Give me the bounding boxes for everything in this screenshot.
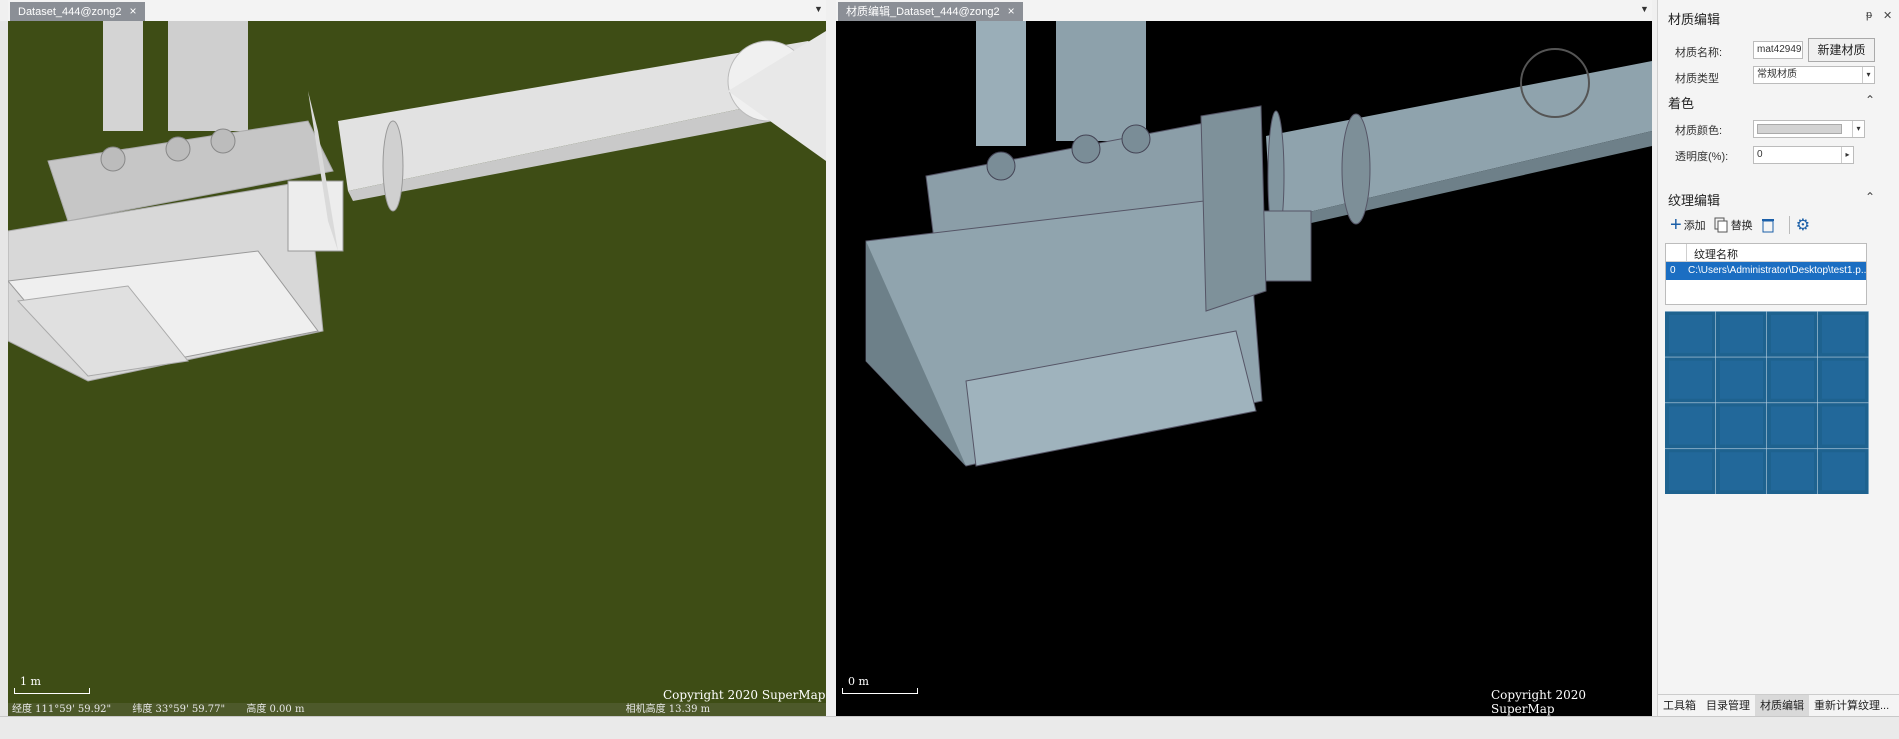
color-swatch <box>1757 124 1842 134</box>
panel-title: 材质编辑 <box>1668 12 1721 27</box>
plus-icon: + <box>1670 214 1682 236</box>
tab-dropdown-icon[interactable]: ▼ <box>1640 4 1649 14</box>
copyright-text: Copyright 2020 SuperMap <box>663 688 826 702</box>
scene-viewport-left[interactable]: 1 m Copyright 2020 SuperMap 经度 111°59' 5… <box>8 21 826 716</box>
collapse-icon[interactable]: ⌃ <box>1865 93 1875 107</box>
texture-table: 纹理名称 0 C:\Users\Administrator\Desktop\te… <box>1665 243 1867 305</box>
header-index-cell <box>1666 244 1687 261</box>
scale-label: 0 m <box>848 675 869 688</box>
scale-label: 1 m <box>20 675 41 688</box>
scene-viewport-right[interactable]: 0 m Copyright 2020 SuperMap <box>836 21 1652 716</box>
transparency-value: 0 <box>1757 149 1763 160</box>
texture-tile-grid <box>1665 311 1869 494</box>
chevron-down-icon: ▾ <box>1852 121 1864 137</box>
material-name-label: 材质名称: <box>1675 47 1723 59</box>
row-index: 0 <box>1670 265 1676 276</box>
tab-dropdown-icon[interactable]: ▼ <box>814 4 823 14</box>
scale-bar <box>842 688 918 694</box>
3d-model-render <box>8 21 826 382</box>
chevron-down-icon: ▾ <box>1862 67 1874 83</box>
close-icon[interactable]: × <box>130 4 137 18</box>
collapse-icon[interactable]: ⌃ <box>1865 190 1875 204</box>
longitude-readout: 经度 111°59' 59.92" <box>12 704 112 715</box>
material-name-field[interactable]: mat429495 <box>1753 41 1803 59</box>
right-document-pane: 材质编辑_Dataset_444@zong2 × ▼ 0 m Copyright… <box>836 0 1652 739</box>
panel-bottom-tabs: 工具箱 目录管理 材质编辑 重新计算纹理... <box>1658 694 1899 716</box>
texture-section-title: 纹理编辑 <box>1668 193 1721 208</box>
tab-label: Dataset_444@zong2 <box>18 6 122 18</box>
app-status-bar <box>0 716 1899 739</box>
close-icon[interactable]: × <box>1008 4 1015 18</box>
left-edge-strip <box>0 21 8 716</box>
material-color-picker[interactable]: ▾ <box>1753 120 1865 138</box>
table-header: 纹理名称 <box>1666 244 1866 262</box>
tab-material-edit[interactable]: 材质编辑_Dataset_444@zong2 × <box>838 2 1023 21</box>
color-section-title: 着色 <box>1668 96 1695 111</box>
add-texture-button[interactable]: + 添加 <box>1670 214 1706 236</box>
right-tabbar: 材质编辑_Dataset_444@zong2 × ▼ <box>836 0 1652 21</box>
texture-preview <box>1665 311 1869 494</box>
transparency-field[interactable]: 0 ▸ <box>1753 146 1854 164</box>
material-type-label: 材质类型 <box>1675 73 1719 85</box>
header-texture-name: 纹理名称 <box>1694 249 1738 261</box>
left-document-pane: Dataset_444@zong2 × ▼ 1 m Copyright 2020… <box>8 0 826 739</box>
replace-texture-button[interactable]: 替换 <box>1714 217 1753 233</box>
material-editor-panel: 材质编辑 ᵽ ✕ 材质名称: mat429495 新建材质 材质类型 常规材质 … <box>1657 0 1899 739</box>
material-color-label: 材质颜色: <box>1675 125 1723 137</box>
tab-recompute-texture[interactable]: 重新计算纹理... <box>1809 695 1894 716</box>
gear-icon: ⚙ <box>1795 217 1811 234</box>
texture-settings-button[interactable]: ⚙ <box>1796 215 1810 235</box>
coordinate-status-line: 经度 111°59' 59.92" 纬度 33°59' 59.77" 高度 0.… <box>8 703 826 716</box>
camera-height-readout: 相机高度 13.39 m <box>625 704 711 715</box>
delete-texture-button[interactable] <box>1761 217 1775 233</box>
replace-label: 替换 <box>1730 220 1753 232</box>
tab-dataset[interactable]: Dataset_444@zong2 × <box>10 2 145 21</box>
material-type-value: 常规材质 <box>1757 69 1797 80</box>
copy-icon <box>1714 217 1728 233</box>
pin-icon[interactable]: ᵽ <box>1866 9 1872 21</box>
3d-model-render <box>865 21 1652 467</box>
tab-material-editor[interactable]: 材质编辑 <box>1755 695 1809 716</box>
trash-icon <box>1761 219 1774 233</box>
scale-bar <box>14 688 90 694</box>
transparency-label: 透明度(%): <box>1675 151 1729 163</box>
tab-label: 材质编辑_Dataset_444@zong2 <box>846 6 1000 18</box>
latitude-readout: 纬度 33°59' 59.77" <box>132 704 226 715</box>
texture-toolbar: + 添加 替换 ⚙ <box>1670 214 1818 236</box>
add-label: 添加 <box>1683 220 1706 232</box>
tab-toolbox[interactable]: 工具箱 <box>1658 695 1701 716</box>
altitude-readout: 高度 0.00 m <box>246 704 305 715</box>
tab-catalog[interactable]: 目录管理 <box>1701 695 1755 716</box>
left-tabbar: Dataset_444@zong2 × ▼ <box>8 0 826 21</box>
new-material-button[interactable]: 新建材质 <box>1808 38 1875 62</box>
copyright-text: Copyright 2020 SuperMap <box>1491 688 1587 716</box>
toolbar-divider <box>1788 216 1790 234</box>
table-row[interactable]: 0 C:\Users\Administrator\Desktop\test1.p… <box>1666 262 1866 280</box>
stepper-icon[interactable]: ▸ <box>1841 147 1853 163</box>
material-type-select[interactable]: 常规材质 ▾ <box>1753 66 1875 84</box>
close-icon[interactable]: ✕ <box>1883 9 1892 22</box>
row-texture-path: C:\Users\Administrator\Desktop\test1.p..… <box>1688 265 1866 276</box>
